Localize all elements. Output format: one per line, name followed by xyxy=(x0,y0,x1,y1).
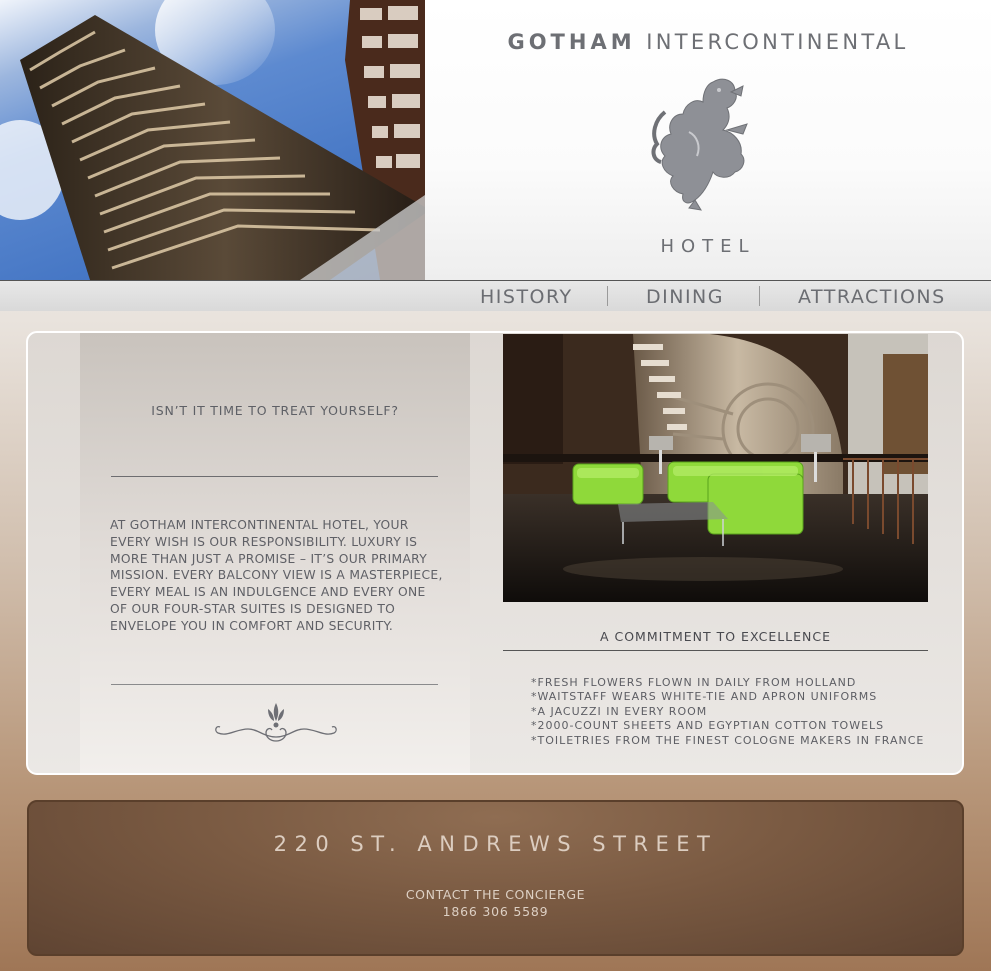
phone-number: 1866 306 5589 xyxy=(442,904,549,919)
divider xyxy=(111,476,438,477)
hero-tower-image xyxy=(0,0,425,280)
nav-dining[interactable]: DINING xyxy=(646,286,724,308)
lobby-photo xyxy=(503,334,928,602)
content-card: ISN’T IT TIME TO TREAT YOURSELF? AT GOTH… xyxy=(26,331,964,775)
brand-block: GOTHAM INTERCONTINENTAL HOTEL xyxy=(425,0,991,280)
brand-title-rest: INTERCONTINENTAL xyxy=(646,30,909,54)
contact-concierge-link[interactable]: CONTACT THE CONCIERGE xyxy=(29,887,962,902)
brand-title: GOTHAM INTERCONTINENTAL xyxy=(425,30,991,54)
intro-body: AT GOTHAM INTERCONTINENTAL HOTEL, YOUR E… xyxy=(110,518,443,633)
list-item: *TOILETRIES FROM THE FINEST COLOGNE MAKE… xyxy=(531,733,925,747)
rampant-lion-icon xyxy=(651,78,748,211)
list-item: *A JACUZZI IN EVERY ROOM xyxy=(531,704,708,718)
nav-history[interactable]: HISTORY xyxy=(480,286,573,308)
nav-attractions[interactable]: ATTRACTIONS xyxy=(798,286,946,308)
divider xyxy=(503,650,928,651)
divider xyxy=(111,684,438,685)
amenities-list: *FRESH FLOWERS FLOWN IN DAILY FROM HOLLA… xyxy=(531,676,924,748)
main-nav: HISTORY DINING ATTRACTIONS xyxy=(0,281,991,311)
intro-panel: ISN’T IT TIME TO TREAT YOURSELF? AT GOTH… xyxy=(80,333,470,773)
list-item: *FRESH FLOWERS FLOWN IN DAILY FROM HOLLA… xyxy=(531,676,857,689)
nav-separator xyxy=(759,286,760,306)
footer: 220 ST. ANDREWS STREET CONTACT THE CONCI… xyxy=(27,800,964,956)
footer-address: 220 ST. ANDREWS STREET xyxy=(273,832,718,856)
header: GOTHAM INTERCONTINENTAL HOTEL xyxy=(0,0,991,280)
brand-subtitle: HOTEL xyxy=(660,236,756,257)
nav-separator xyxy=(607,286,608,306)
list-item: *2000-COUNT SHEETS AND EGYPTIAN COTTON T… xyxy=(531,719,885,733)
brand-title-bold: GOTHAM xyxy=(507,30,636,54)
flourish-ornament-icon xyxy=(215,703,337,742)
intro-heading: ISN’T IT TIME TO TREAT YOURSELF? xyxy=(151,403,399,418)
list-item: *WAITSTAFF WEARS WHITE-TIE AND APRON UNI… xyxy=(531,690,878,704)
excellence-heading: A COMMITMENT TO EXCELLENCE xyxy=(599,629,832,644)
